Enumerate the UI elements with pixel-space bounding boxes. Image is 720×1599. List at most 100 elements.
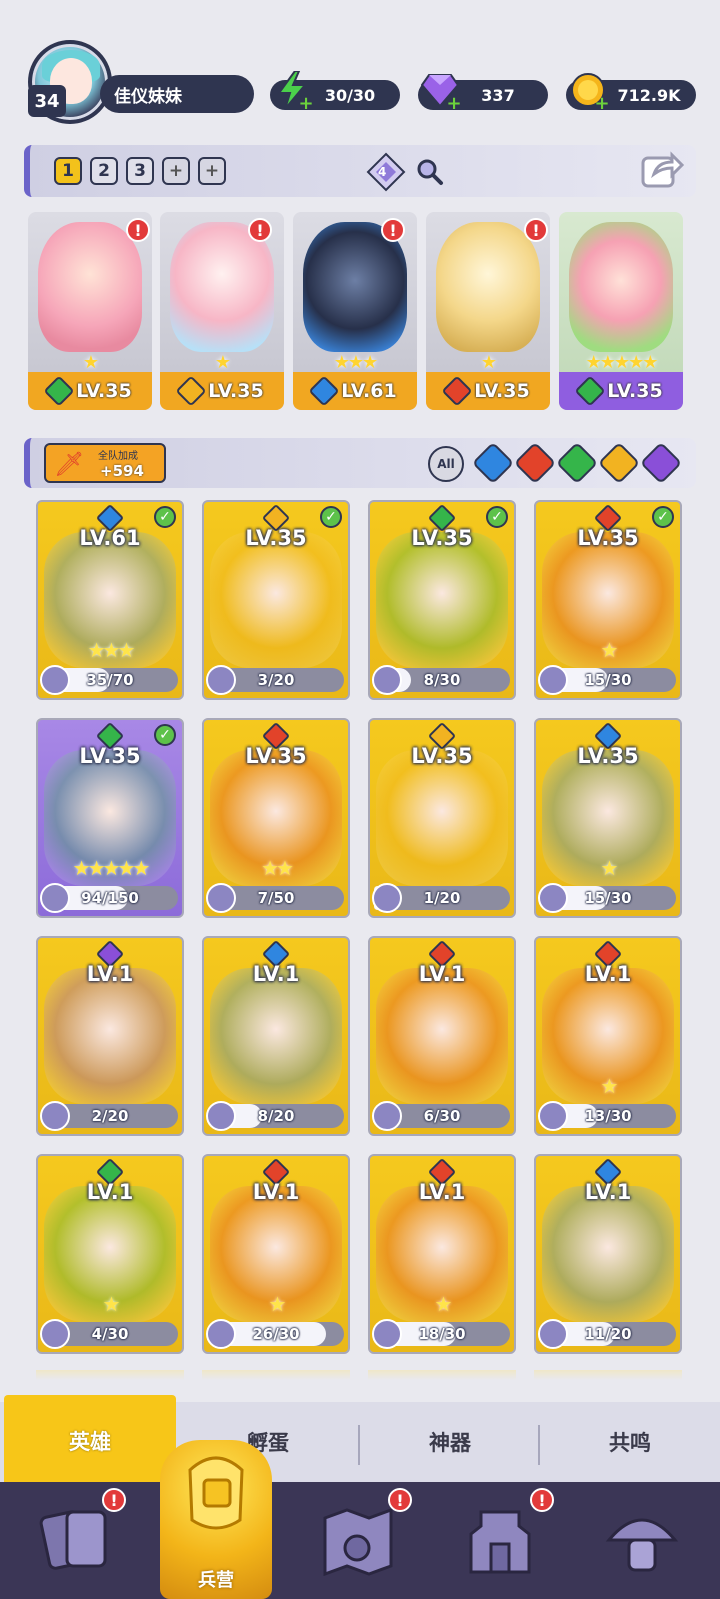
team-slot-2[interactable]: 2 (90, 157, 118, 185)
hero-card[interactable]: ✓ LV.35 8/30 (368, 500, 516, 700)
hero-card[interactable]: ✓ LV.35 3/20 (202, 500, 350, 700)
hero-portrait (210, 968, 342, 1104)
share-icon[interactable] (640, 150, 685, 190)
hero-portrait (44, 968, 176, 1104)
hero-level: LV.35 (577, 526, 639, 550)
gem-value: 337 (481, 85, 515, 105)
hero-card[interactable]: LV.35 ★ 15/30 (534, 718, 682, 918)
shard-count: 35/70 (86, 671, 134, 689)
gem-icon[interactable]: + (420, 70, 462, 113)
hero-portrait (376, 532, 508, 668)
hero-portrait (376, 750, 508, 886)
hero-card[interactable]: LV.1 11/20 (534, 1154, 682, 1354)
hero-portrait (436, 222, 540, 352)
hero-card[interactable]: LV.35 ★★ 7/50 (202, 718, 350, 918)
shard-count: 15/30 (584, 671, 632, 689)
tab-resonance[interactable]: 共鸣 (542, 1402, 718, 1482)
hero-stars: ★ (268, 1292, 287, 1316)
hero-level: LV.61 (341, 380, 397, 402)
hero-card[interactable]: LV.1 6/30 (368, 936, 516, 1136)
hero-card[interactable]: LV.1 2/20 (36, 936, 184, 1136)
hero-stars: ★★★★★ (585, 352, 659, 373)
hero-stars: ★ (82, 352, 99, 373)
hero-level: LV.35 (245, 526, 307, 550)
hero-level: LV.35 (245, 744, 307, 768)
wind-element-icon (574, 375, 606, 407)
shard-count: 18/30 (418, 1325, 466, 1343)
hero-stars: ★★★★★ (72, 856, 151, 880)
barracks-icon (188, 1456, 244, 1530)
shard-progress: 15/30 (538, 665, 676, 695)
add-team-slot-button[interactable]: + (162, 157, 190, 185)
hero-card[interactable]: LV.1 ★ 26/30 (202, 1154, 350, 1354)
hero-level: LV.1 (584, 962, 632, 986)
hero-portrait (542, 1186, 674, 1322)
next-row-hint (368, 1370, 516, 1380)
team-hero-card-4[interactable]: ★ LV.35 ! (426, 212, 550, 410)
shard-progress: 4/30 (40, 1319, 178, 1349)
hero-card[interactable]: ✓ LV.35 ★★★★★ 94/150 (36, 718, 184, 918)
team-slot-3[interactable]: 3 (126, 157, 154, 185)
shard-progress: 35/70 (40, 665, 178, 695)
alert-icon: ! (248, 218, 272, 242)
team-hero-card-3[interactable]: ★★★ LV.61 ! (293, 212, 417, 410)
filter-all-button[interactable]: All (428, 446, 464, 482)
nav-guild[interactable] (592, 1495, 692, 1585)
coin-icon[interactable]: + (568, 70, 610, 113)
shard-count: 8/30 (423, 671, 461, 689)
shard-count: 15/30 (584, 889, 632, 907)
team-hero-card-1[interactable]: ★ LV.35 ! (28, 212, 152, 410)
search-icon[interactable] (416, 158, 444, 186)
alert-icon: ! (524, 218, 548, 242)
hero-level: LV.35 (411, 526, 473, 550)
hero-card[interactable]: ✓ LV.61 ★★★ 35/70 (36, 500, 184, 700)
shard-progress: 2/20 (40, 1101, 178, 1131)
shard-progress: 26/30 (206, 1319, 344, 1349)
tab-divider (538, 1425, 540, 1465)
hero-level: LV.35 (79, 744, 141, 768)
hero-stars: ★★★ (333, 352, 378, 373)
alert-icon: ! (126, 218, 150, 242)
hero-stars: ★★★ (87, 638, 136, 662)
team-bar (24, 145, 696, 197)
hero-level: LV.61 (79, 526, 141, 550)
hero-level: LV.35 (474, 380, 530, 402)
team-hero-card-2[interactable]: ★ LV.35 ! (160, 212, 284, 410)
shard-count: 3/20 (257, 671, 295, 689)
shard-count: 94/150 (81, 889, 139, 907)
hero-level-bar: LV.35 (426, 372, 550, 410)
hero-card[interactable]: LV.35 1/20 (368, 718, 516, 918)
mushroom-icon (605, 1518, 679, 1572)
hero-level-bar: LV.61 (293, 372, 417, 410)
hero-stars: ★ (214, 352, 231, 373)
hero-card[interactable]: LV.1 8/20 (202, 936, 350, 1136)
lightning-icon[interactable]: + (272, 70, 314, 113)
tab-heroes[interactable]: 英雄 (4, 1395, 176, 1487)
team-bonus-box[interactable]: 🗡 全队加成 +594 (44, 443, 166, 483)
shard-count: 1/20 (423, 889, 461, 907)
hero-portrait (38, 222, 142, 352)
team-slot-1[interactable]: 1 (54, 157, 82, 185)
hero-card[interactable]: LV.1 ★ 13/30 (534, 936, 682, 1136)
alert-icon: ! (381, 218, 405, 242)
shard-progress: 11/20 (538, 1319, 676, 1349)
hero-level: LV.1 (584, 1180, 632, 1204)
hero-card[interactable]: LV.1 ★ 18/30 (368, 1154, 516, 1354)
tab-artifact[interactable]: 神器 (362, 1402, 538, 1482)
shard-progress: 8/30 (372, 665, 510, 695)
hero-stars: ★ (434, 1292, 453, 1316)
castle-icon (469, 1510, 531, 1574)
team-hero-card-5[interactable]: ★★★★★ LV.35 (559, 212, 683, 410)
hero-card[interactable]: LV.1 ★ 4/30 (36, 1154, 184, 1354)
hero-card[interactable]: ✓ LV.35 ★ 15/30 (534, 500, 682, 700)
team-bonus-label: 全队加成 (98, 451, 138, 462)
hero-stars: ★ (600, 856, 619, 880)
next-row-hint (36, 1370, 184, 1380)
shard-count: 7/50 (257, 889, 295, 907)
team-bonus-value: +594 (100, 462, 144, 480)
hero-level: LV.35 (411, 744, 473, 768)
add-team-slot-button-2[interactable]: + (198, 157, 226, 185)
light-element-icon (175, 375, 207, 407)
shard-progress: 6/30 (372, 1101, 510, 1131)
hero-portrait (569, 222, 673, 352)
